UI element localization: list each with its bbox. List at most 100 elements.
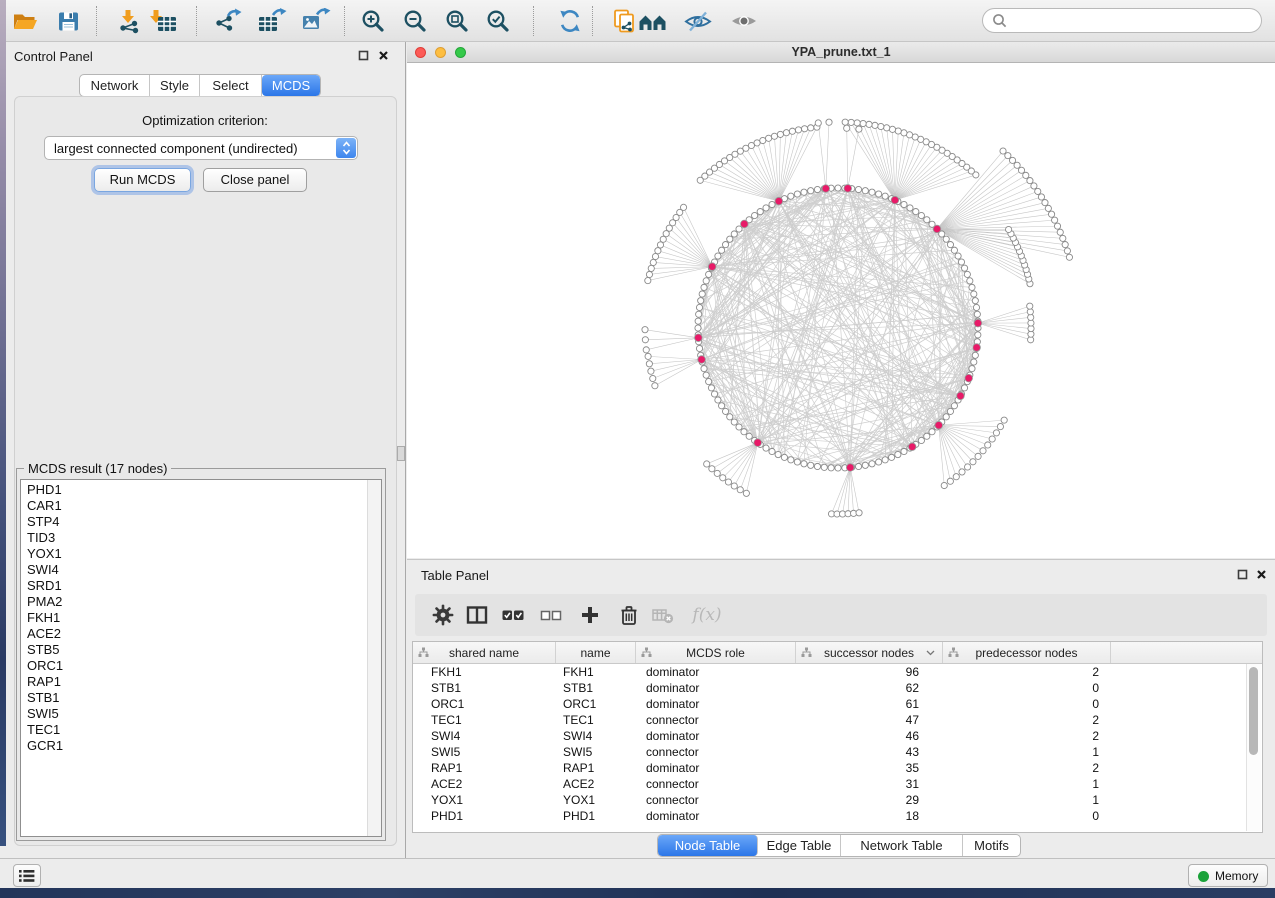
network-leaf-node[interactable]: [760, 137, 766, 143]
network-view-canvas[interactable]: [407, 63, 1275, 558]
zoom-in-icon[interactable]: [356, 5, 390, 37]
network-hub-node[interactable]: [965, 374, 973, 382]
network-leaf-node[interactable]: [1027, 303, 1033, 309]
network-node[interactable]: [695, 318, 701, 324]
network-leaf-node[interactable]: [1054, 223, 1060, 229]
table-scrollbar[interactable]: [1246, 664, 1261, 831]
network-node[interactable]: [876, 191, 882, 197]
network-node[interactable]: [814, 186, 820, 192]
network-leaf-node[interactable]: [655, 248, 661, 254]
tab-network-table[interactable]: Network Table: [841, 835, 963, 856]
network-node[interactable]: [943, 414, 949, 420]
network-hub-node[interactable]: [974, 319, 982, 327]
network-leaf-node[interactable]: [652, 383, 658, 389]
network-leaf-node[interactable]: [1035, 188, 1041, 194]
network-node[interactable]: [961, 385, 967, 391]
network-node[interactable]: [696, 311, 702, 317]
export-table-icon[interactable]: [255, 5, 289, 37]
network-node[interactable]: [869, 189, 875, 195]
network-node[interactable]: [972, 352, 978, 358]
network-node[interactable]: [701, 284, 707, 290]
network-leaf-node[interactable]: [989, 436, 995, 442]
mcds-result-item[interactable]: SRD1: [27, 578, 381, 594]
network-node[interactable]: [722, 242, 728, 248]
network-node[interactable]: [955, 253, 961, 259]
table-row[interactable]: SWI4SWI4dominator462: [413, 728, 1262, 744]
list-scrollbar[interactable]: [367, 480, 381, 836]
hide-selected-icon[interactable]: [681, 5, 715, 37]
network-leaf-node[interactable]: [1066, 254, 1072, 260]
network-node[interactable]: [918, 437, 924, 443]
run-mcds-button[interactable]: Run MCDS: [94, 168, 191, 192]
network-leaf-node[interactable]: [660, 236, 666, 242]
network-node[interactable]: [769, 448, 775, 454]
mcds-result-item[interactable]: ORC1: [27, 658, 381, 674]
network-node[interactable]: [763, 445, 769, 451]
network-node[interactable]: [835, 465, 841, 471]
network-leaf-node[interactable]: [953, 474, 959, 480]
network-leaf-node[interactable]: [646, 361, 652, 367]
network-node[interactable]: [972, 298, 978, 304]
network-node[interactable]: [913, 208, 919, 214]
network-node[interactable]: [736, 424, 742, 430]
network-leaf-node[interactable]: [856, 126, 862, 132]
network-node[interactable]: [718, 247, 724, 253]
network-node[interactable]: [746, 433, 752, 439]
table-row[interactable]: YOX1YOX1connector291: [413, 792, 1262, 808]
network-leaf-node[interactable]: [1001, 417, 1007, 423]
import-table-icon[interactable]: [146, 5, 180, 37]
tab-edge-table[interactable]: Edge Table: [758, 835, 841, 856]
table-row[interactable]: RAP1RAP1dominator352: [413, 760, 1262, 776]
network-window-titlebar[interactable]: YPA_prune.txt_1: [407, 42, 1275, 63]
delete-column-icon[interactable]: [616, 603, 642, 627]
mcds-result-item[interactable]: TEC1: [27, 722, 381, 738]
network-leaf-node[interactable]: [650, 375, 656, 381]
network-hub-node[interactable]: [695, 334, 703, 342]
network-node[interactable]: [961, 265, 967, 271]
network-leaf-node[interactable]: [980, 448, 986, 454]
network-node[interactable]: [788, 457, 794, 463]
network-leaf-node[interactable]: [648, 368, 654, 374]
network-node[interactable]: [918, 212, 924, 218]
network-node[interactable]: [801, 189, 807, 195]
network-node[interactable]: [882, 193, 888, 199]
mcds-result-item[interactable]: GCR1: [27, 738, 381, 754]
network-leaf-node[interactable]: [1018, 167, 1024, 173]
network-node[interactable]: [835, 185, 841, 191]
network-node[interactable]: [821, 464, 827, 470]
network-node[interactable]: [706, 378, 712, 384]
tab-motifs[interactable]: Motifs: [963, 835, 1020, 856]
network-node[interactable]: [706, 271, 712, 277]
network-leaf-node[interactable]: [826, 119, 832, 125]
network-node[interactable]: [901, 448, 907, 454]
network-node[interactable]: [715, 253, 721, 259]
add-column-icon[interactable]: [577, 603, 603, 627]
search-field[interactable]: [982, 8, 1262, 33]
network-hub-node[interactable]: [754, 439, 762, 447]
panel-splitter[interactable]: [405, 42, 406, 858]
mcds-result-item[interactable]: FKH1: [27, 610, 381, 626]
network-node[interactable]: [975, 332, 981, 338]
mcds-result-item[interactable]: PHD1: [27, 482, 381, 498]
first-neighbors-icon[interactable]: [636, 5, 670, 37]
network-leaf-node[interactable]: [704, 461, 710, 467]
network-hub-node[interactable]: [708, 263, 716, 271]
network-node[interactable]: [828, 465, 834, 471]
zoom-selected-icon[interactable]: [481, 5, 515, 37]
network-node[interactable]: [924, 217, 930, 223]
mcds-result-item[interactable]: STB1: [27, 690, 381, 706]
network-leaf-node[interactable]: [737, 487, 743, 493]
network-leaf-node[interactable]: [884, 125, 890, 131]
network-leaf-node[interactable]: [801, 126, 807, 132]
mcds-result-item[interactable]: SWI5: [27, 706, 381, 722]
network-node[interactable]: [951, 247, 957, 253]
mcds-result-list[interactable]: PHD1CAR1STP4TID3YOX1SWI4SRD1PMA2FKH1ACE2…: [20, 479, 382, 837]
network-leaf-node[interactable]: [815, 120, 821, 126]
network-leaf-node[interactable]: [648, 265, 654, 271]
network-leaf-node[interactable]: [854, 120, 860, 126]
network-leaf-node[interactable]: [1038, 194, 1044, 200]
close-panel-icon[interactable]: [377, 49, 390, 62]
network-node[interactable]: [727, 236, 733, 242]
network-leaf-node[interactable]: [1052, 217, 1058, 223]
network-leaf-node[interactable]: [714, 470, 720, 476]
